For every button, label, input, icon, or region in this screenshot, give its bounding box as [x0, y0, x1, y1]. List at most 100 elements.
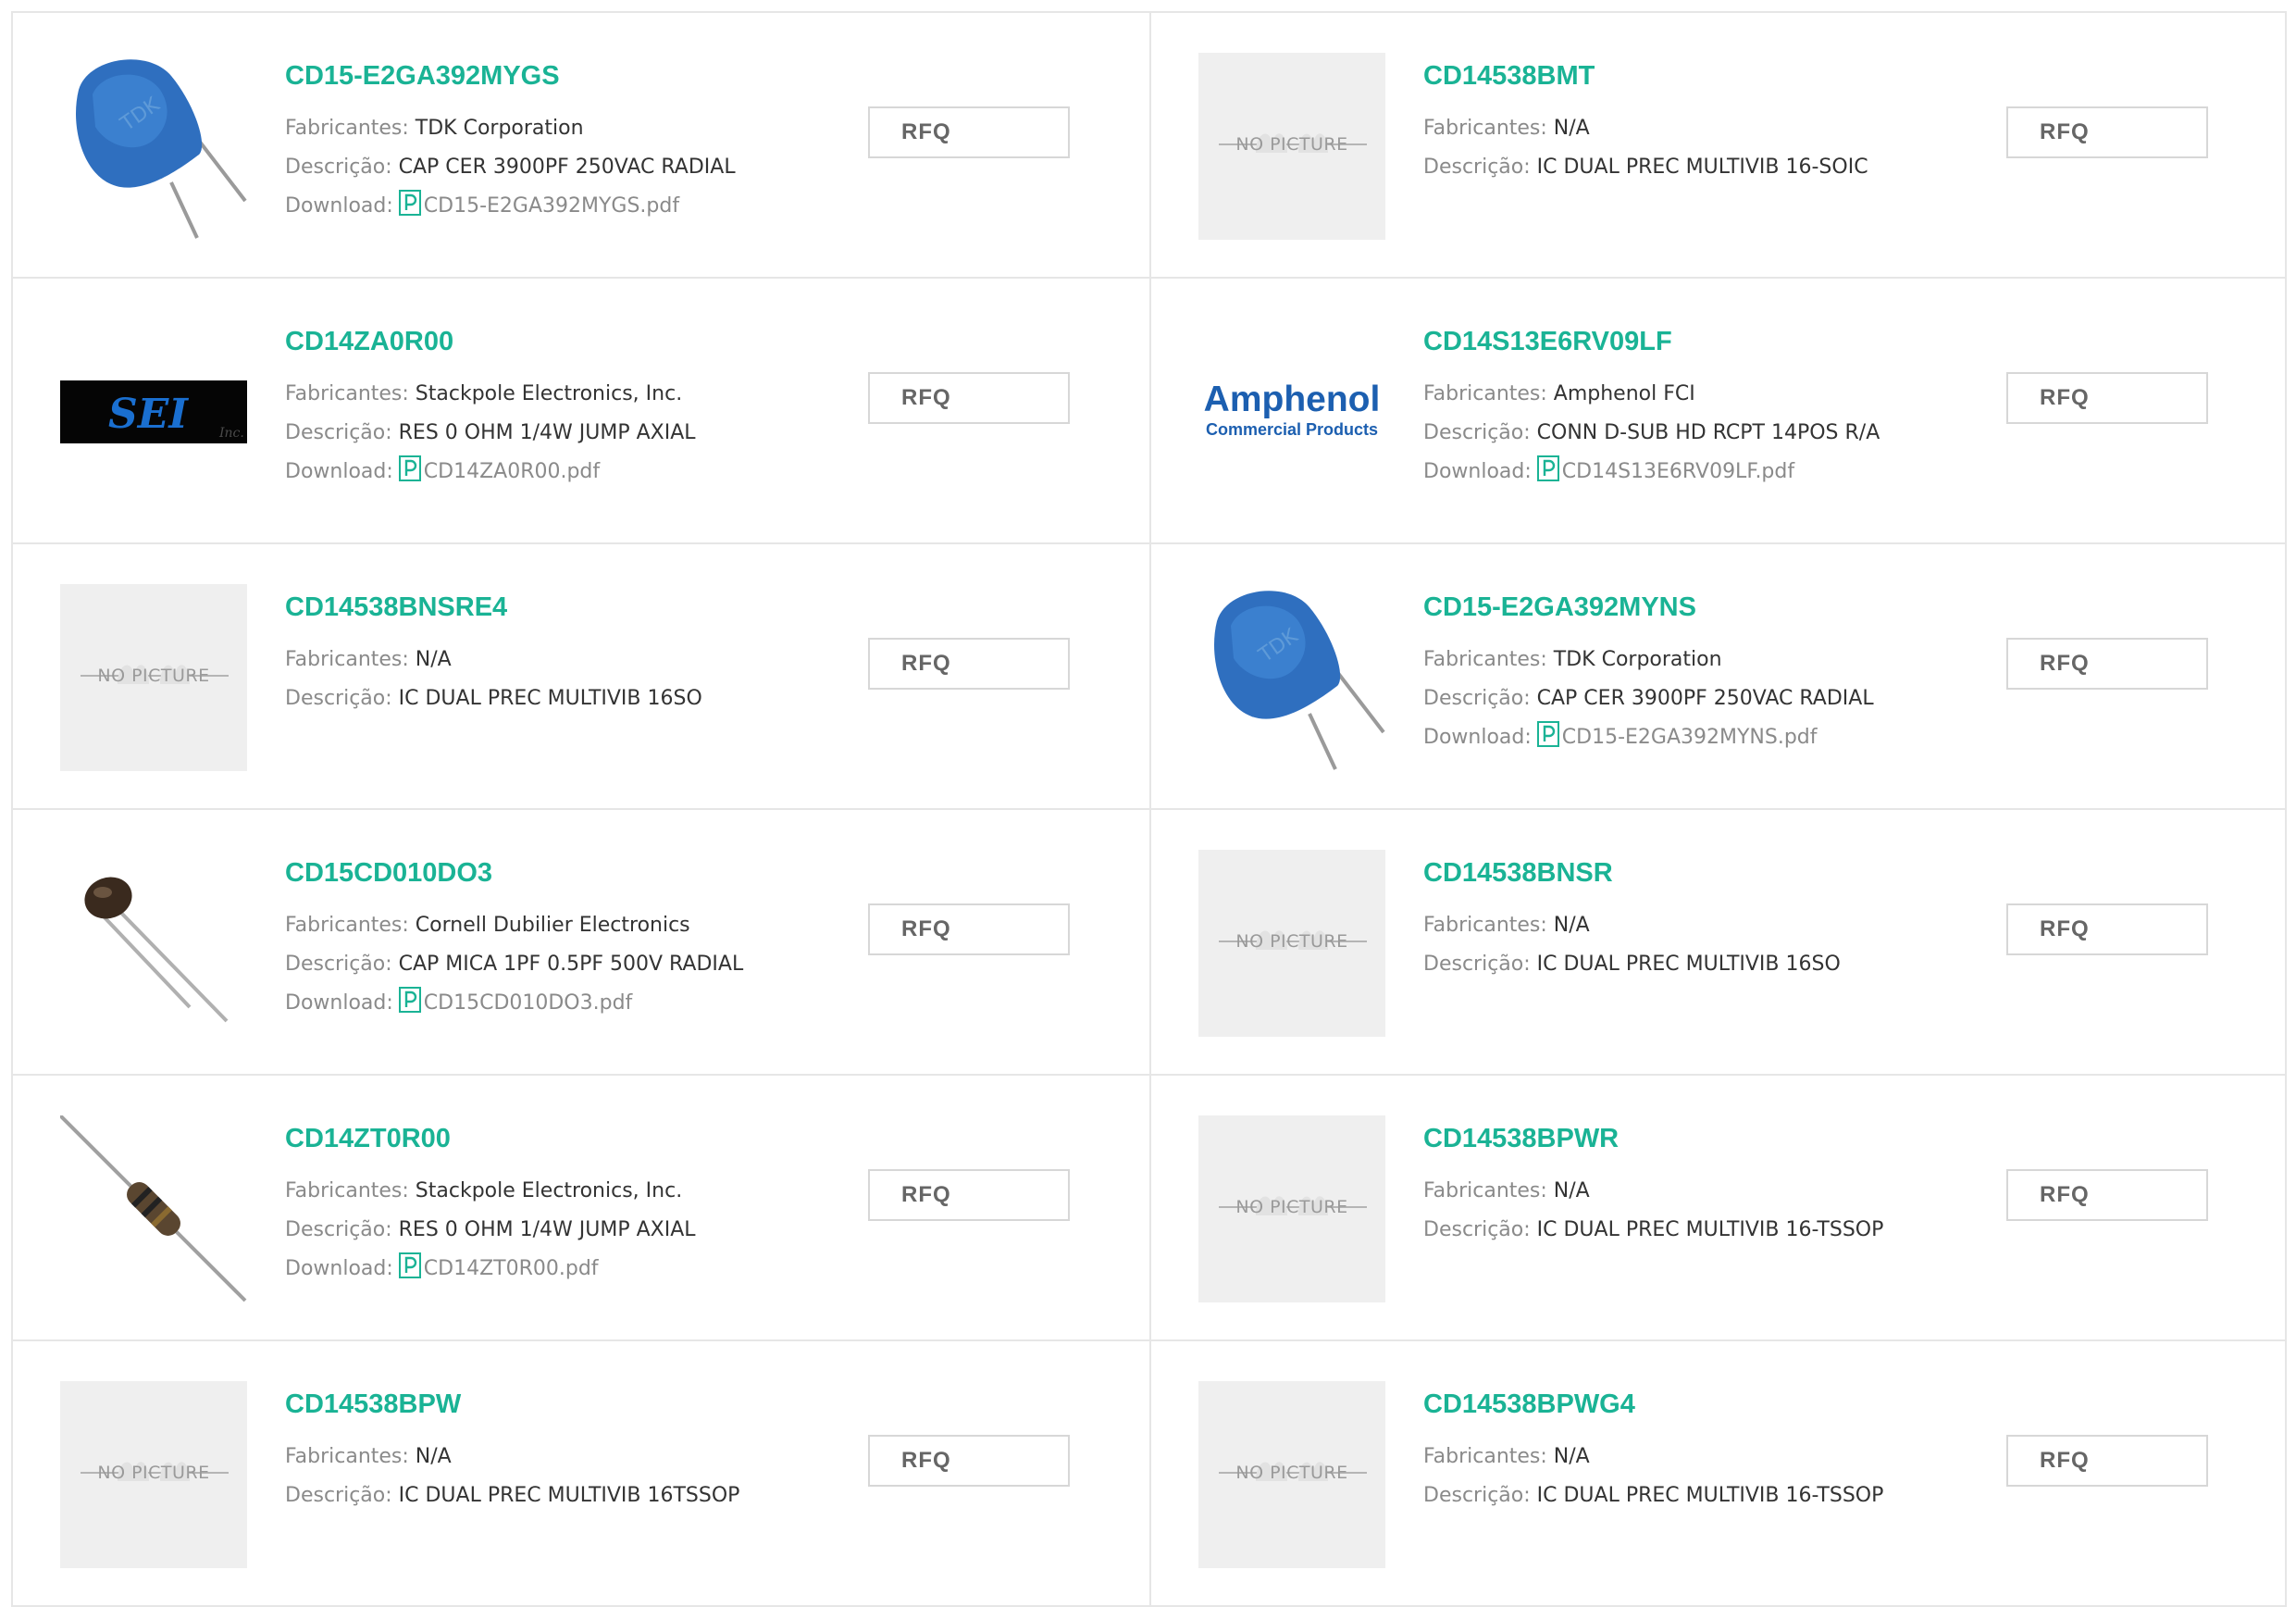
- pdf-icon[interactable]: [398, 455, 421, 495]
- product-image[interactable]: [60, 1115, 247, 1302]
- no-picture-placeholder[interactable]: NO PICTURE: [1198, 53, 1385, 240]
- description-row: Descrição: IC DUAL PREC MULTIVIB 16-TSSO…: [1423, 1476, 1883, 1515]
- manufacturer-label: Fabricantes:: [1423, 1179, 1547, 1202]
- datasheet-link[interactable]: CD14ZA0R00.pdf: [424, 460, 600, 483]
- rfq-button[interactable]: RFQ: [2006, 372, 2208, 424]
- no-picture-placeholder[interactable]: NO PICTURE: [1198, 850, 1385, 1037]
- no-picture-placeholder[interactable]: NO PICTURE: [60, 584, 247, 771]
- product-card-cd14538bpwr: NO PICTURE CD14538BPWR Fabricantes: N/A …: [1151, 1076, 2287, 1341]
- description-label: Descrição:: [1423, 687, 1531, 710]
- part-number-link[interactable]: CD14538BNSRE4: [285, 592, 631, 624]
- download-row: Download: CD15CD010DO3.pdf: [285, 984, 633, 1027]
- svg-text:Amphenol: Amphenol: [1204, 380, 1381, 419]
- download-label: Download:: [1423, 460, 1532, 483]
- part-number-link[interactable]: CD15-E2GA392MYNS: [1423, 592, 1767, 624]
- product-card-cd14zt0r00: CD14ZT0R00 Fabricantes: Stackpole Electr…: [13, 1076, 1151, 1341]
- product-image[interactable]: [60, 850, 247, 1037]
- pdf-icon[interactable]: [398, 987, 421, 1027]
- rfq-button[interactable]: RFQ: [868, 903, 1070, 955]
- description-row: Descrição: IC DUAL PREC MULTIVIB 16SO: [1423, 945, 1841, 984]
- product-info: CD14538BPWG4 Fabricantes: N/A Descrição:…: [1423, 1389, 1883, 1515]
- rfq-button[interactable]: RFQ: [868, 372, 1070, 424]
- svg-text:Commercial Products: Commercial Products: [1206, 420, 1378, 439]
- download-row: Download: CD15-E2GA392MYNS.pdf: [1423, 718, 1818, 761]
- rfq-button[interactable]: RFQ: [2006, 1435, 2208, 1487]
- description-label: Descrição:: [1423, 1218, 1531, 1241]
- rfq-button[interactable]: RFQ: [868, 1169, 1070, 1221]
- no-picture-label: NO PICTURE: [1235, 1463, 1348, 1483]
- no-picture-placeholder[interactable]: NO PICTURE: [1198, 1381, 1385, 1568]
- product-image[interactable]: SEI Inc.: [60, 318, 247, 505]
- product-image[interactable]: TDK: [60, 53, 247, 240]
- manufacturer-label: Fabricantes:: [285, 117, 409, 140]
- rfq-button[interactable]: RFQ: [868, 638, 1070, 690]
- part-number-link[interactable]: CD14ZA0R00: [285, 327, 631, 358]
- product-card-cd14538bpwg4: NO PICTURE CD14538BPWG4 Fabricantes: N/A…: [1151, 1341, 2287, 1607]
- manufacturer-row: Fabricantes: TDK Corporation: [1423, 641, 1767, 679]
- part-number-link[interactable]: CD14ZT0R00: [285, 1124, 631, 1155]
- pdf-icon[interactable]: [1536, 455, 1559, 495]
- datasheet-link[interactable]: CD15-E2GA392MYGS.pdf: [424, 194, 679, 218]
- description-value: RES 0 OHM 1/4W JUMP AXIAL: [398, 421, 696, 444]
- part-number-link[interactable]: CD15CD010DO3: [285, 858, 631, 890]
- manufacturer-row: Fabricantes: N/A: [1423, 109, 1767, 148]
- part-number-link[interactable]: CD15-E2GA392MYGS: [285, 61, 631, 93]
- manufacturer-row: Fabricantes: N/A: [1423, 1438, 1767, 1476]
- product-info: CD15-E2GA392MYGS Fabricantes: TDK Corpor…: [285, 61, 736, 230]
- no-picture-placeholder[interactable]: NO PICTURE: [60, 1381, 247, 1568]
- datasheet-link[interactable]: CD15CD010DO3.pdf: [424, 991, 633, 1015]
- no-picture-label: NO PICTURE: [1235, 134, 1348, 155]
- datasheet-link[interactable]: CD14S13E6RV09LF.pdf: [1562, 460, 1794, 483]
- manufacturer-row: Fabricantes: N/A: [285, 641, 631, 679]
- part-number-link[interactable]: CD14538BPWR: [1423, 1124, 1767, 1155]
- product-info: CD14ZA0R00 Fabricantes: Stackpole Electr…: [285, 327, 696, 495]
- product-image[interactable]: TDK: [1198, 584, 1385, 771]
- description-label: Descrição:: [285, 687, 392, 710]
- pdf-icon[interactable]: [1536, 721, 1559, 761]
- manufacturer-value: N/A: [415, 1445, 452, 1468]
- pdf-icon[interactable]: [398, 190, 421, 230]
- pdf-icon[interactable]: [398, 1252, 421, 1292]
- download-label: Download:: [1423, 726, 1532, 749]
- manufacturer-row: Fabricantes: N/A: [1423, 906, 1767, 945]
- manufacturer-value: N/A: [1553, 1179, 1590, 1202]
- part-number-link[interactable]: CD14538BMT: [1423, 61, 1767, 93]
- part-number-link[interactable]: CD14538BNSR: [1423, 858, 1767, 890]
- manufacturer-value: N/A: [1553, 117, 1590, 140]
- product-card-cd14s13e6rv09lf: Amphenol Commercial Products CD14S13E6RV…: [1151, 279, 2287, 544]
- description-label: Descrição:: [1423, 1484, 1531, 1507]
- product-image[interactable]: Amphenol Commercial Products: [1198, 318, 1385, 505]
- product-info: CD14ZT0R00 Fabricantes: Stackpole Electr…: [285, 1124, 696, 1292]
- part-number-link[interactable]: CD14S13E6RV09LF: [1423, 327, 1767, 358]
- description-row: Descrição: CAP CER 3900PF 250VAC RADIAL: [285, 148, 736, 187]
- part-number-link[interactable]: CD14538BPW: [285, 1389, 631, 1421]
- rfq-button[interactable]: RFQ: [2006, 1169, 2208, 1221]
- product-card-cd14538bpw: NO PICTURE CD14538BPW Fabricantes: N/A D…: [13, 1341, 1151, 1607]
- datasheet-link[interactable]: CD15-E2GA392MYNS.pdf: [1562, 726, 1818, 749]
- datasheet-link[interactable]: CD14ZT0R00.pdf: [424, 1257, 599, 1280]
- description-value: CONN D-SUB HD RCPT 14POS R/A: [1536, 421, 1880, 444]
- description-row: Descrição: CAP MICA 1PF 0.5PF 500V RADIA…: [285, 945, 743, 984]
- description-value: IC DUAL PREC MULTIVIB 16SO: [398, 687, 702, 710]
- rfq-button[interactable]: RFQ: [868, 1435, 1070, 1487]
- download-row: Download: CD14ZT0R00.pdf: [285, 1250, 631, 1292]
- product-card-cd15-e2ga392myns: TDK CD15-E2GA392MYNS Fabricantes: TDK Co…: [1151, 544, 2287, 810]
- svg-text:SEI: SEI: [108, 391, 189, 438]
- rfq-button[interactable]: RFQ: [2006, 903, 2208, 955]
- manufacturer-label: Fabricantes:: [285, 648, 409, 671]
- product-card-cd15cd010do3: CD15CD010DO3 Fabricantes: Cornell Dubili…: [13, 810, 1151, 1076]
- description-label: Descrição:: [1423, 953, 1531, 976]
- no-picture-placeholder[interactable]: NO PICTURE: [1198, 1115, 1385, 1302]
- description-value: CAP CER 3900PF 250VAC RADIAL: [1536, 687, 1874, 710]
- rfq-button[interactable]: RFQ: [2006, 106, 2208, 158]
- description-row: Descrição: RES 0 OHM 1/4W JUMP AXIAL: [285, 1211, 696, 1250]
- manufacturer-label: Fabricantes:: [285, 914, 409, 937]
- part-number-link[interactable]: CD14538BPWG4: [1423, 1389, 1767, 1421]
- download-row: Download: CD14ZA0R00.pdf: [285, 453, 631, 495]
- no-picture-label: NO PICTURE: [1235, 1197, 1348, 1217]
- product-card-cd14538bmt: NO PICTURE CD14538BMT Fabricantes: N/A D…: [1151, 13, 2287, 279]
- description-value: IC DUAL PREC MULTIVIB 16-TSSOP: [1536, 1484, 1884, 1507]
- rfq-button[interactable]: RFQ: [868, 106, 1070, 158]
- rfq-button[interactable]: RFQ: [2006, 638, 2208, 690]
- description-value: CAP MICA 1PF 0.5PF 500V RADIAL: [398, 953, 744, 976]
